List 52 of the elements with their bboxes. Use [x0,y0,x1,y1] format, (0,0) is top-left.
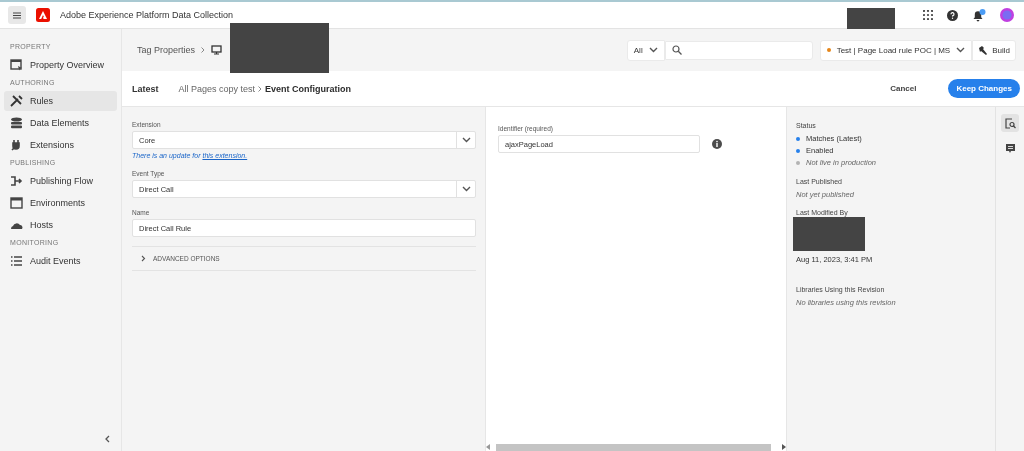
notification-bell-icon[interactable] [972,8,986,22]
app-title: Adobe Experience Platform Data Collection [60,10,234,20]
inspect-button[interactable] [1001,114,1019,132]
apps-grid-icon[interactable] [923,10,933,20]
chevron-down-icon [648,47,658,53]
logo-icon [36,8,50,22]
library-dropdown[interactable]: Test | Page Load rule POC | MS [819,39,973,61]
cancel-button[interactable]: Cancel [884,83,923,94]
flow-icon [10,175,23,187]
chevron-right-icon [201,47,206,53]
sidebar-item[interactable]: Hosts [4,215,117,235]
info-icon[interactable] [712,139,722,149]
menu-icon [13,11,21,19]
sidebar-item[interactable]: Extensions [4,135,117,155]
search-scope-dropdown[interactable]: All [626,39,665,61]
search-field[interactable] [664,40,813,60]
document-search-icon [1004,117,1016,129]
redaction-block [793,217,865,251]
breadcrumb-item: Event Configuration [265,83,352,94]
revision-label: Latest [132,83,159,94]
redaction-block [847,8,895,31]
menu-button[interactable] [8,6,26,24]
sidebar-item[interactable]: Rules [4,91,117,111]
breadcrumb-item[interactable]: All Pages copy test [178,83,256,94]
chevron-icon [141,255,146,262]
chevron-right-icon [258,85,263,92]
chevron-down-icon [461,186,471,192]
plug-icon [10,139,23,151]
chevron-down-icon [461,137,471,143]
chevron-down-icon [956,47,966,53]
window-icon [10,59,23,71]
tools-icon [10,95,23,107]
monitor-icon [211,45,223,55]
sidebar-item[interactable]: Environments [4,193,117,213]
comment-icon[interactable] [1004,143,1016,154]
help-icon[interactable] [947,9,958,21]
browser-window-icon [10,197,23,209]
list-icon [10,255,23,267]
sidebar-item[interactable]: Publishing Flow [4,171,117,191]
build-button[interactable]: Build [972,39,1016,61]
keep-changes-button[interactable]: Keep Changes [948,79,1020,98]
status-dot [826,48,831,52]
sidebar-item[interactable]: Audit Events [4,251,117,271]
sidebar-item[interactable]: Data Elements [4,113,117,133]
hammer-icon [978,45,989,55]
sidebar-item[interactable]: Property Overview [4,55,117,75]
horizontal-scrollbar[interactable] [486,443,786,451]
database-icon [10,117,23,129]
search-icon [671,45,682,55]
breadcrumb-link[interactable]: Tag Properties [137,45,196,55]
collapse-icon[interactable] [104,435,110,443]
avatar-icon[interactable] [1000,8,1014,22]
